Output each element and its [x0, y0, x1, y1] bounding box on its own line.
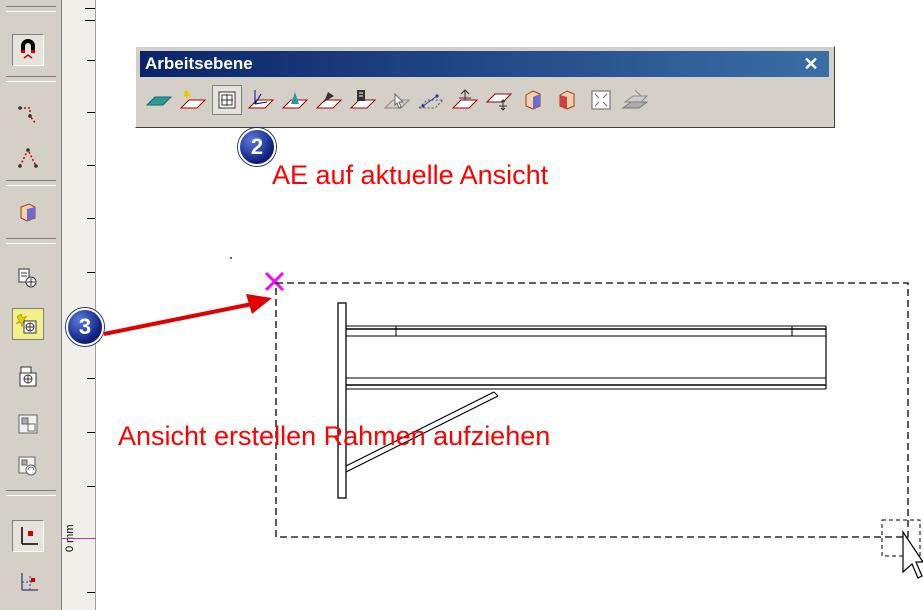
selection-rectangle — [275, 282, 909, 538]
steel-beam-drawing — [337, 302, 827, 499]
annotation-ansicht-erstellen: Ansicht erstellen Rahmen aufziehen — [118, 421, 551, 451]
red-arrow — [103, 294, 272, 336]
drawing-canvas[interactable] — [0, 0, 923, 610]
corner-marker — [264, 271, 285, 292]
